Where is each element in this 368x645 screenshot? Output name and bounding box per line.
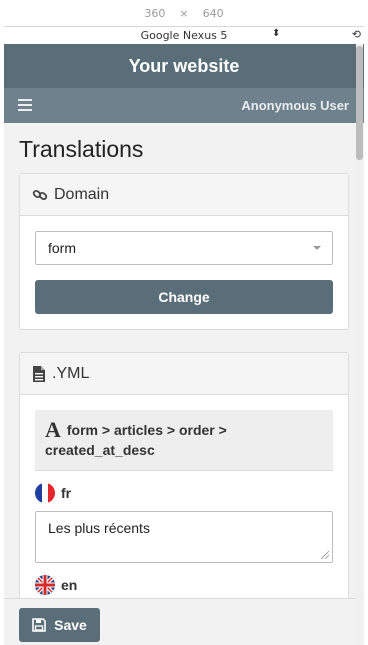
translation-key: Aform > articles > order > created_at_de…	[35, 410, 333, 471]
yml-panel-title: .YML	[52, 364, 90, 382]
domain-panel-title: Domain	[54, 185, 110, 203]
domain-panel: Domain form Change	[19, 173, 349, 330]
hamburger-icon[interactable]	[18, 99, 32, 111]
main-content: Translations Domain form Change .YML A f…	[4, 136, 364, 619]
floppy-disk-icon	[32, 618, 46, 632]
yml-panel-header: .YML	[20, 353, 348, 395]
device-viewport: Your website Anonymous User Translations…	[4, 44, 364, 645]
device-dropdown-icon[interactable]: ⬍	[272, 28, 280, 39]
chevron-down-icon	[313, 246, 321, 250]
scrollbar[interactable]	[356, 44, 363, 645]
lang-code-en: en	[61, 577, 78, 593]
lang-row-fr: fr	[35, 483, 333, 503]
resize-handle-icon[interactable]	[321, 551, 329, 559]
lang-row-en: en	[35, 575, 333, 595]
yml-panel: .YML Aform > articles > order > created_…	[19, 352, 349, 619]
domain-select[interactable]: form	[35, 231, 333, 265]
site-title[interactable]: Your website	[129, 56, 240, 77]
rotate-icon[interactable]: ⟲	[352, 28, 361, 41]
translation-key-path: form > articles > order > created_at_des…	[45, 422, 227, 458]
device-toolbar: Google Nexus 5 ⬍ ⟲	[4, 26, 364, 45]
navbar: Anonymous User	[4, 88, 364, 123]
devtools-dimensions: 360 × 640	[0, 0, 368, 26]
change-button[interactable]: Change	[35, 280, 333, 314]
scrollbar-thumb[interactable]	[356, 46, 363, 160]
france-flag-icon	[35, 483, 55, 503]
site-header: Your website	[4, 44, 364, 88]
link-icon	[32, 189, 48, 200]
times-sign: ×	[179, 6, 189, 20]
viewport-width[interactable]: 360	[144, 7, 165, 20]
domain-panel-header: Domain	[20, 174, 348, 216]
translation-value-fr: Les plus récents	[48, 520, 150, 536]
page-title: Translations	[19, 136, 144, 162]
device-select[interactable]: Google Nexus 5	[4, 29, 364, 42]
font-icon: A	[45, 417, 61, 442]
footer-bar: Save	[4, 598, 364, 645]
lang-code-fr: fr	[61, 485, 72, 501]
user-menu[interactable]: Anonymous User	[241, 98, 349, 113]
yml-panel-body: Aform > articles > order > created_at_de…	[20, 395, 348, 618]
uk-flag-icon	[35, 575, 55, 595]
save-label: Save	[54, 617, 87, 633]
domain-select-value: form	[48, 240, 76, 256]
domain-panel-body: form Change	[20, 216, 348, 329]
file-icon	[33, 365, 45, 382]
viewport-height[interactable]: 640	[203, 7, 224, 20]
translation-textarea-fr[interactable]: Les plus récents	[35, 511, 333, 563]
save-button[interactable]: Save	[19, 608, 100, 642]
